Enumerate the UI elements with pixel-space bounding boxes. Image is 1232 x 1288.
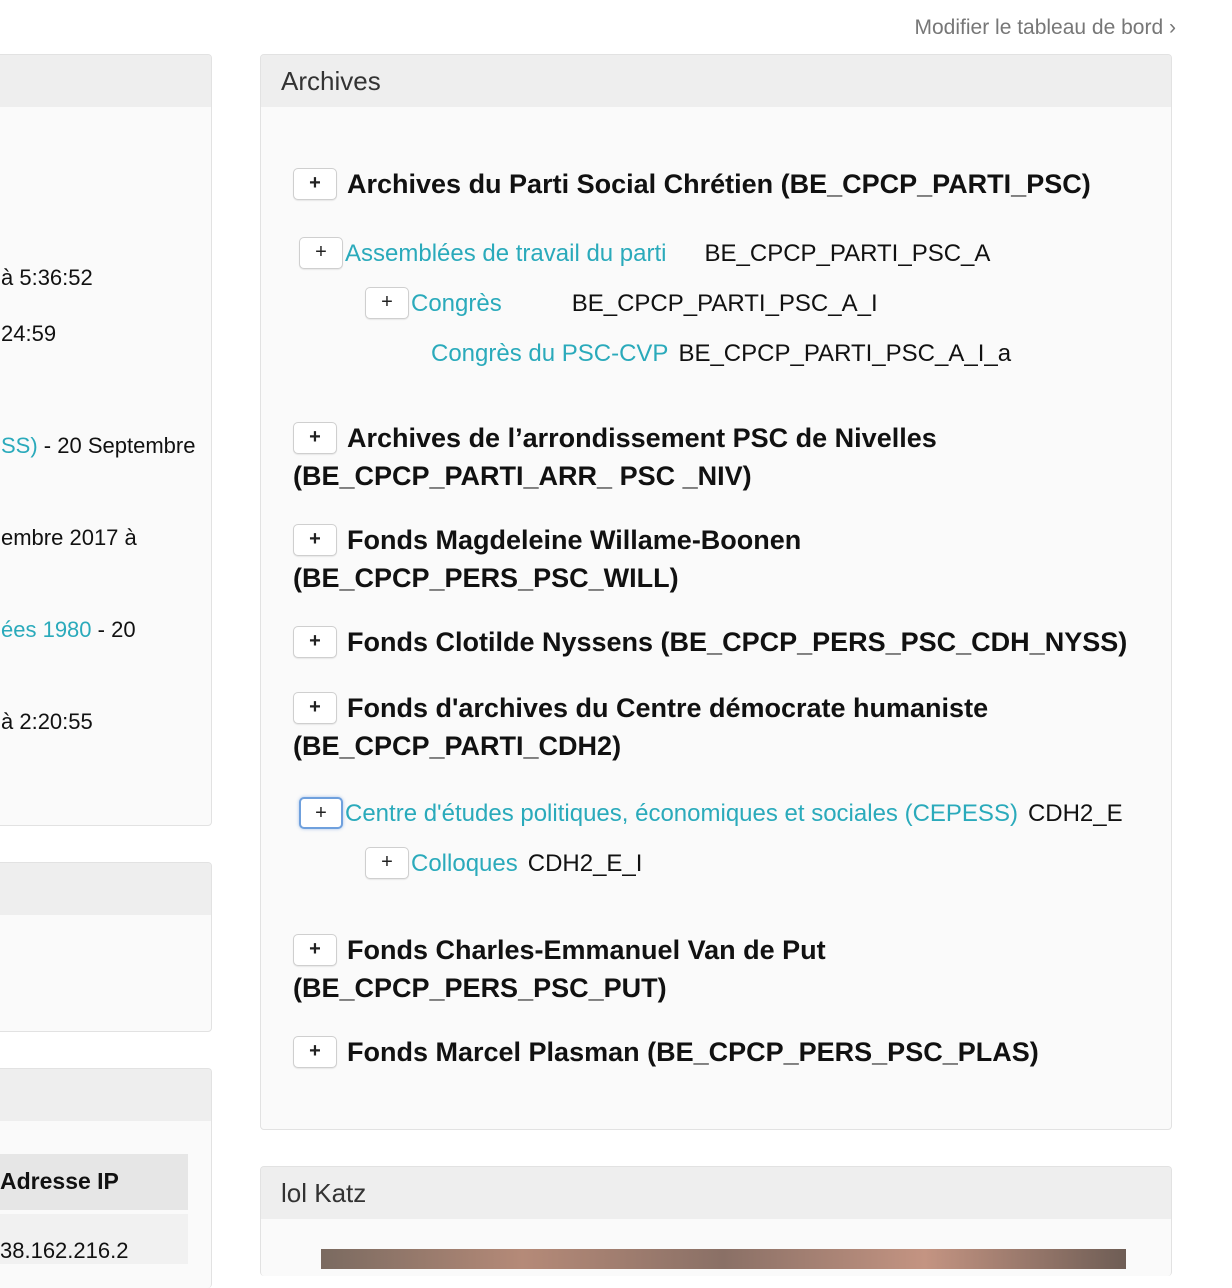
node-code: BE_CPCP_PARTI_PSC_A_I_a [678, 340, 1012, 367]
node-label: Fonds d'archives du Centre démocrate hum… [293, 693, 989, 761]
expand-button[interactable]: + [293, 1035, 337, 1068]
cat-image [321, 1249, 1126, 1269]
left-panel-2 [0, 862, 212, 1032]
tree-node: + Colloques CDH2_E_I [365, 846, 643, 881]
lol-katz-panel: lol Katz [260, 1166, 1172, 1276]
ip-cell: 38.162.216.2 [0, 1214, 188, 1264]
expand-button[interactable]: + [293, 625, 337, 658]
archives-panel: Archives + Archives du Parti Social Chrét… [260, 54, 1172, 1130]
activity-link[interactable]: SS) [1, 433, 38, 458]
panel-title: lol Katz [261, 1167, 1171, 1219]
tree-node: + Fonds Charles-Emmanuel Van de Put (BE_C… [293, 931, 933, 1007]
activity-line: ées 1980 - 20 [1, 617, 136, 643]
edit-dashboard-link[interactable]: Modifier le tableau de bord › [915, 16, 1177, 40]
expand-button[interactable]: + [299, 236, 343, 269]
expand-button[interactable]: + [365, 846, 409, 879]
expand-button[interactable]: + [293, 691, 337, 724]
node-label: Fonds Charles-Emmanuel Van de Put (BE_CP… [293, 935, 826, 1003]
activity-line: à 2:20:55 [1, 709, 93, 734]
recent-activity-panel: à 5:36:52 24:59 SS) - 20 Septembre embre… [0, 54, 212, 826]
expand-button[interactable]: + [299, 796, 343, 829]
node-link[interactable]: Congrès [411, 290, 502, 317]
node-label: Fonds Clotilde Nyssens (BE_CPCP_PERS_PSC… [347, 627, 1128, 657]
node-code: CDH2_E [1027, 800, 1123, 827]
node-link[interactable]: Colloques [411, 850, 518, 877]
expand-button[interactable]: + [365, 286, 409, 319]
panel-title: Archives [261, 55, 1171, 107]
node-label: Fonds Marcel Plasman (BE_CPCP_PERS_PSC_P… [347, 1037, 1039, 1067]
tree-node: + Archives du Parti Social Chrétien (BE_C… [293, 165, 1143, 203]
node-code: CDH2_E_I [527, 850, 643, 877]
panel-header [0, 55, 211, 107]
ip-column-header: Adresse IP [0, 1154, 188, 1210]
node-label: Fonds Magdeleine Willame-Boonen (BE_CPCP… [293, 525, 802, 593]
node-link[interactable]: Congrès du PSC-CVP [431, 340, 668, 367]
tree-node: + Centre d'études politiques, économiques… [299, 796, 1123, 831]
activity-date: - 20 Septembre [37, 433, 196, 458]
expand-button[interactable]: + [293, 421, 337, 454]
tree-node: Congrès du PSC-CVP BE_CPCP_PARTI_PSC_A_I_… [431, 338, 1011, 370]
node-code: BE_CPCP_PARTI_PSC_A_I [571, 290, 878, 317]
node-label: Archives du Parti Social Chrétien (BE_CP… [347, 169, 1091, 199]
activity-line: embre 2017 à [1, 525, 137, 550]
panel-header [0, 1069, 211, 1121]
node-link[interactable]: Assemblées de travail du parti [345, 240, 667, 267]
tree-node: + Fonds d'archives du Centre démocrate hu… [293, 689, 1143, 765]
activity-line: SS) - 20 Septembre [1, 433, 195, 459]
expand-button[interactable]: + [293, 523, 337, 556]
tree-node: + Fonds Clotilde Nyssens (BE_CPCP_PERS_PS… [293, 623, 1171, 661]
activity-line: à 5:36:52 [1, 265, 93, 290]
node-label: Archives de l’arrondissement PSC de Nive… [293, 423, 937, 491]
panel-header [0, 863, 211, 915]
tree-node: + Archives de l’arrondissement PSC de Niv… [293, 419, 1143, 495]
tree-node: + Fonds Marcel Plasman (BE_CPCP_PERS_PSC_… [293, 1033, 1153, 1071]
expand-button[interactable]: + [293, 933, 337, 966]
tree-node: + Assemblées de travail du parti BE_CPCP_P… [299, 236, 991, 271]
activity-line: 24:59 [1, 321, 57, 346]
activity-date: - 20 [91, 617, 136, 642]
activity-link[interactable]: ées 1980 [1, 617, 92, 642]
tree-node: + Fonds Magdeleine Willame-Boonen (BE_CPC… [293, 521, 933, 597]
node-link[interactable]: Centre d'études politiques, économiques … [345, 800, 1018, 827]
tree-node: + Congrès BE_CPCP_PARTI_PSC_A_I [365, 286, 878, 321]
expand-button[interactable]: + [293, 167, 337, 200]
node-code: BE_CPCP_PARTI_PSC_A [704, 240, 991, 267]
